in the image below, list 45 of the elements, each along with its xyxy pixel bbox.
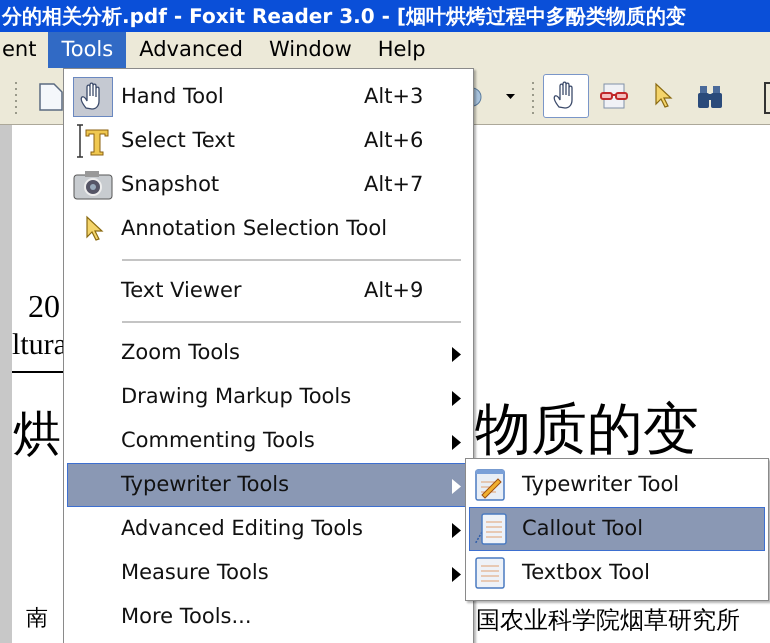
- body-text: 国农业科学院烟草研究所: [476, 608, 740, 632]
- menu-item[interactable]: Advanced Editing Tools: [67, 507, 470, 551]
- shortcut-text: Alt+9: [364, 277, 424, 304]
- submenu-arrow-icon: [452, 347, 461, 362]
- menu-item[interactable]: Commenting Tools: [67, 419, 470, 463]
- pencil-document-icon: [474, 468, 508, 502]
- camera-icon: [73, 169, 113, 201]
- hand-icon[interactable]: [543, 74, 589, 118]
- menu-item[interactable]: Select Text Alt+6: [67, 119, 470, 163]
- menu-item[interactable]: Snapshot Alt+7: [67, 163, 470, 207]
- number-text: 20: [28, 290, 60, 322]
- menu-item[interactable]: Measure Tools: [67, 551, 470, 595]
- submenu-arrow-icon: [452, 523, 461, 538]
- menu-item[interactable]: Typewriter Tool: [469, 463, 765, 507]
- menu-item[interactable]: Hand Tool Alt+3: [67, 75, 470, 119]
- menu-item[interactable]: Textbox Tool: [469, 551, 765, 595]
- menu-item[interactable]: More Tools...: [67, 595, 470, 639]
- menu-bar-item[interactable]: ent: [0, 32, 48, 68]
- body-text: 南: [26, 608, 48, 630]
- menu-item[interactable]: Zoom Tools: [67, 331, 470, 375]
- menu-item[interactable]: Annotation Selection Tool: [67, 207, 470, 251]
- submenu-arrow-icon: [452, 479, 461, 494]
- menu-bar-item[interactable]: Advanced: [126, 32, 256, 68]
- callout-document-icon: [474, 512, 508, 546]
- menu-item[interactable]: Drawing Markup Tools: [67, 375, 470, 419]
- submenu-arrow-icon: [452, 391, 461, 406]
- bracket-icon[interactable]: [762, 82, 770, 114]
- window-title: 分的相关分析.pdf - Foxit Reader 3.0 - [烟叶烘烤过程中多酚类物质的变: [2, 3, 686, 30]
- rule-line: [12, 371, 64, 373]
- shortcut-text: Alt+7: [364, 171, 424, 198]
- toolbar-grip-icon: [531, 80, 537, 116]
- document-lines-icon: [474, 556, 508, 590]
- menu-bar-item[interactable]: Window: [256, 32, 365, 68]
- toolbar-grip-icon: [14, 80, 20, 116]
- shortcut-text: Alt+3: [364, 83, 424, 110]
- shortcut-text: Alt+6: [364, 127, 424, 154]
- heading-text: 烘: [13, 410, 61, 458]
- dropdown-arrow-icon[interactable]: [506, 94, 515, 100]
- menu-bar-item[interactable]: Tools: [48, 32, 126, 68]
- menu-item[interactable]: Callout Tool: [469, 507, 765, 551]
- menu-bar-item[interactable]: Help: [364, 32, 439, 68]
- submenu-arrow-icon: [452, 567, 461, 582]
- menu-item[interactable]: Text Viewer Alt+9: [67, 269, 470, 313]
- submenu-arrow-icon: [452, 435, 461, 450]
- heading-text: 物质的变: [475, 402, 699, 458]
